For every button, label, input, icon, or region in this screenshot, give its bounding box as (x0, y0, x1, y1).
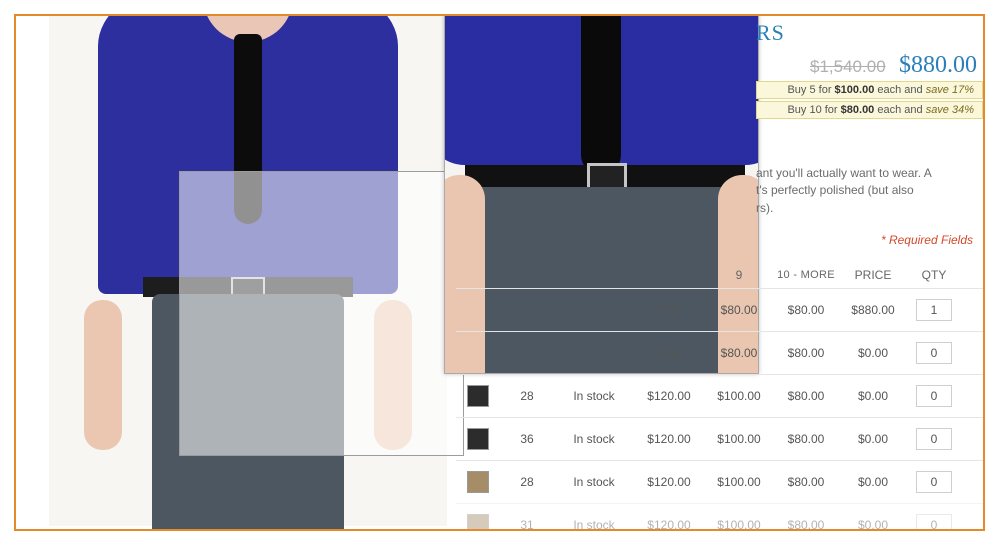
tier2-price: $80.00 (704, 303, 774, 317)
tier3-price: $80.00 (774, 475, 838, 489)
tier2-price: $100.00 (704, 432, 774, 446)
tier3-price: $80.00 (774, 303, 838, 317)
size-value: 28 (500, 389, 554, 403)
qty-input[interactable] (916, 471, 952, 493)
tier1-amount: $100.00 (835, 84, 875, 96)
col-tier2-frag: 9 (704, 268, 774, 282)
qty-input[interactable] (916, 342, 952, 364)
row-subtotal: $880.00 (838, 303, 908, 317)
tier1-price: $120.00 (634, 475, 704, 489)
tier2-price: $100.00 (704, 475, 774, 489)
qty-input[interactable] (916, 514, 952, 531)
stock-status: In stock (554, 475, 634, 489)
desc-line-3: rs). (756, 200, 983, 217)
required-fields-label: * Required Fields (756, 233, 983, 247)
tier3-price: $80.00 (774, 432, 838, 446)
tier3-price: $80.00 (774, 518, 838, 531)
table-row: 31In stock$120.00$100.00$80.00$0.00 (456, 503, 983, 531)
tier1-price: 0.00 (634, 303, 704, 317)
tier2-prefix: Buy 10 for (787, 104, 840, 116)
table-row: 28In stock$120.00$100.00$80.00$0.00 (456, 460, 983, 503)
current-price: $880.00 (899, 52, 977, 78)
tier1-prefix: Buy 5 for (787, 84, 834, 96)
row-subtotal: $0.00 (838, 475, 908, 489)
tier2-save: save 34% (926, 104, 974, 116)
grouped-product-table: 9 10 - MORE PRICE QTY 0.00$80.00$80.00$8… (456, 262, 983, 531)
tier1-price: $120.00 (634, 432, 704, 446)
size-value: 28 (500, 475, 554, 489)
color-swatch[interactable] (467, 385, 489, 407)
row-subtotal: $0.00 (838, 432, 908, 446)
tier1-price: $120.00 (634, 518, 704, 531)
product-frame: rs $1,540.00 $880.00 Buy 5 for $100.00 e… (14, 14, 985, 531)
col-price: PRICE (838, 268, 908, 282)
tier3-price: $80.00 (774, 389, 838, 403)
arm-left-shape (84, 300, 122, 450)
product-title-fragment: rs (756, 20, 983, 46)
tier1-price: 0.00 (634, 346, 704, 360)
table-row: 36In stock$120.00$100.00$80.00$0.00 (456, 417, 983, 460)
tier1-price: $120.00 (634, 389, 704, 403)
color-swatch[interactable] (467, 471, 489, 493)
table-row: 0.00$80.00$80.00$0.00 (456, 331, 983, 374)
product-image[interactable] (49, 16, 447, 526)
product-description: ant you'll actually want to wear. A t's … (756, 165, 983, 217)
table-row: 28In stock$120.00$100.00$80.00$0.00 (456, 374, 983, 417)
col-qty: QTY (908, 268, 960, 282)
col-tier3: 10 - MORE (774, 269, 838, 281)
tier2-price: $100.00 (704, 518, 774, 531)
tier3-price: $80.00 (774, 346, 838, 360)
qty-input[interactable] (916, 428, 952, 450)
zoom-tie (581, 14, 621, 175)
desc-line-1: ant you'll actually want to wear. A (756, 165, 983, 182)
desc-line-2: t's perfectly polished (but also (756, 182, 983, 199)
row-subtotal: $0.00 (838, 346, 908, 360)
tier2-price: $80.00 (704, 346, 774, 360)
tier2-price: $100.00 (704, 389, 774, 403)
price-block: $1,540.00 $880.00 (756, 52, 983, 79)
qty-input[interactable] (916, 299, 952, 321)
tier2-mid: each and (874, 104, 925, 116)
old-price: $1,540.00 (810, 57, 886, 76)
qty-input[interactable] (916, 385, 952, 407)
stock-status: In stock (554, 518, 634, 531)
row-subtotal: $0.00 (838, 518, 908, 531)
tier1-save: save 17% (926, 84, 974, 96)
size-value: 36 (500, 432, 554, 446)
tier-price-2: Buy 10 for $80.00 each and save 34% (756, 101, 983, 119)
tier1-mid: each and (874, 84, 925, 96)
tier2-amount: $80.00 (841, 104, 875, 116)
table-header: 9 10 - MORE PRICE QTY (456, 262, 983, 288)
row-subtotal: $0.00 (838, 389, 908, 403)
color-swatch[interactable] (467, 428, 489, 450)
color-swatch[interactable] (467, 514, 489, 531)
zoom-viewport-indicator[interactable] (179, 171, 464, 456)
stock-status: In stock (554, 432, 634, 446)
table-row: 0.00$80.00$80.00$880.00 (456, 288, 983, 331)
size-value: 31 (500, 518, 554, 531)
tier-price-1: Buy 5 for $100.00 each and save 17% (756, 81, 983, 99)
stock-status: In stock (554, 389, 634, 403)
